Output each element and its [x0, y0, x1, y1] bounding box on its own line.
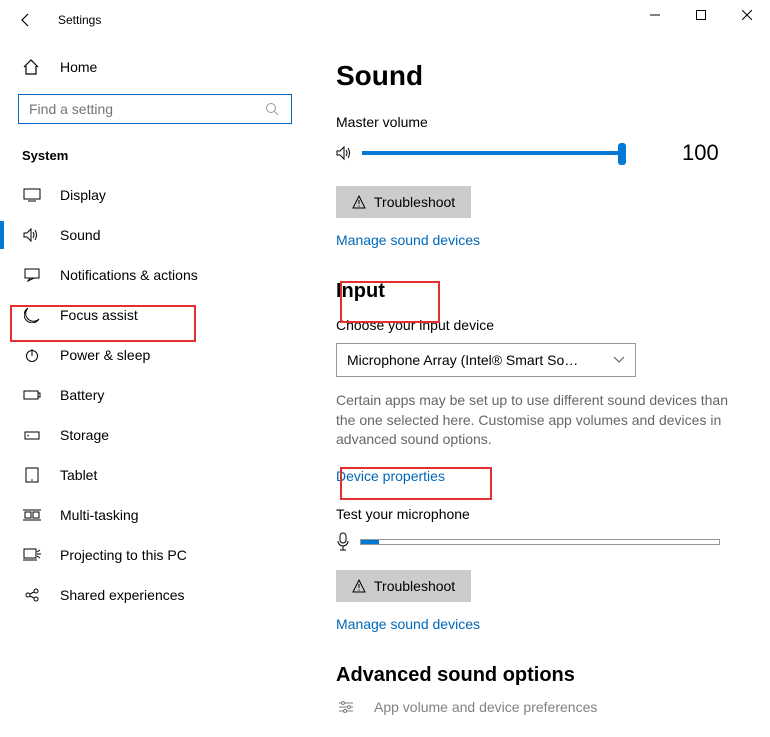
input-device-dropdown[interactable]: Microphone Array (Intel® Smart So…: [336, 343, 636, 377]
sidebar-item-multitasking[interactable]: Multi-tasking: [0, 495, 310, 535]
search-input[interactable]: [29, 101, 265, 117]
sidebar-item-label: Sound: [60, 227, 100, 243]
notifications-icon: [22, 268, 42, 282]
mic-level: [361, 540, 379, 544]
home-button[interactable]: Home: [0, 50, 310, 88]
advanced-heading: Advanced sound options: [336, 664, 744, 687]
sidebar: Home System Display Sound Notifications …: [0, 40, 310, 737]
home-label: Home: [60, 59, 97, 75]
choose-input-label: Choose your input device: [336, 317, 744, 333]
page-title: Sound: [336, 60, 744, 92]
sidebar-item-focus-assist[interactable]: Focus assist: [0, 295, 310, 335]
sidebar-item-battery[interactable]: Battery: [0, 375, 310, 415]
section-label: System: [0, 142, 310, 175]
sidebar-item-label: Focus assist: [60, 307, 138, 323]
warning-icon: [352, 195, 366, 209]
search-icon: [265, 102, 281, 116]
back-button[interactable]: [18, 12, 38, 28]
volume-slider[interactable]: [362, 151, 622, 155]
input-help-text: Certain apps may be set up to use differ…: [336, 391, 736, 450]
sidebar-item-storage[interactable]: Storage: [0, 415, 310, 455]
sidebar-item-label: Projecting to this PC: [60, 547, 187, 563]
shared-icon: [22, 587, 42, 603]
minimize-button[interactable]: [632, 0, 678, 30]
device-properties-link[interactable]: Device properties: [336, 468, 445, 484]
master-volume-label: Master volume: [336, 114, 744, 130]
mic-level-bar: [360, 539, 720, 545]
microphone-icon: [336, 532, 350, 552]
storage-icon: [22, 429, 42, 441]
sidebar-item-label: Storage: [60, 427, 109, 443]
sidebar-item-sound[interactable]: Sound: [0, 215, 310, 255]
projecting-icon: [22, 548, 42, 562]
sidebar-item-label: Power & sleep: [60, 347, 150, 363]
troubleshoot-output-button[interactable]: Troubleshoot: [336, 186, 471, 218]
sidebar-item-display[interactable]: Display: [0, 175, 310, 215]
troubleshoot-input-button[interactable]: Troubleshoot: [336, 570, 471, 602]
warning-icon: [352, 579, 366, 593]
window-title: Settings: [58, 13, 101, 27]
sidebar-item-label: Shared experiences: [60, 587, 185, 603]
manage-input-devices-link[interactable]: Manage sound devices: [336, 616, 480, 632]
close-button[interactable]: [724, 0, 770, 30]
app-volume-item[interactable]: App volume and device preferences: [336, 687, 744, 727]
multitasking-icon: [22, 508, 42, 522]
app-volume-label: App volume and device preferences: [374, 699, 597, 715]
display-icon: [22, 188, 42, 202]
manage-output-devices-link[interactable]: Manage sound devices: [336, 232, 480, 248]
chevron-down-icon: [613, 356, 625, 364]
input-device-value: Microphone Array (Intel® Smart So…: [347, 352, 578, 368]
sidebar-item-power-sleep[interactable]: Power & sleep: [0, 335, 310, 375]
volume-icon: [336, 145, 358, 161]
sidebar-item-label: Notifications & actions: [60, 267, 198, 283]
search-box[interactable]: [18, 94, 292, 124]
sound-icon: [22, 228, 42, 242]
tablet-icon: [22, 467, 42, 483]
focus-assist-icon: [22, 307, 42, 323]
sidebar-item-label: Battery: [60, 387, 104, 403]
troubleshoot-label: Troubleshoot: [374, 578, 455, 594]
troubleshoot-label: Troubleshoot: [374, 194, 455, 210]
main-content: Sound Master volume 100 Troubleshoot Man…: [310, 40, 770, 737]
home-icon: [22, 58, 42, 76]
sidebar-item-label: Tablet: [60, 467, 97, 483]
power-icon: [22, 347, 42, 363]
sidebar-item-projecting[interactable]: Projecting to this PC: [0, 535, 310, 575]
input-heading: Input: [336, 280, 744, 303]
test-mic-label: Test your microphone: [336, 506, 744, 522]
sidebar-item-shared-experiences[interactable]: Shared experiences: [0, 575, 310, 615]
battery-icon: [22, 389, 42, 401]
volume-value: 100: [682, 140, 719, 166]
maximize-button[interactable]: [678, 0, 724, 30]
sidebar-item-tablet[interactable]: Tablet: [0, 455, 310, 495]
sidebar-item-label: Display: [60, 187, 106, 203]
sidebar-item-notifications[interactable]: Notifications & actions: [0, 255, 310, 295]
slider-thumb[interactable]: [618, 143, 626, 165]
sidebar-item-label: Multi-tasking: [60, 507, 139, 523]
sliders-icon: [336, 700, 356, 714]
